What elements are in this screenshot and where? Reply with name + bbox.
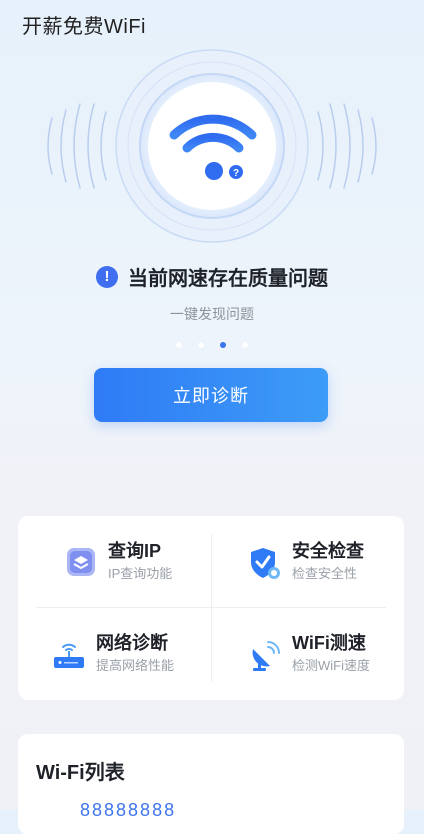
carousel-dot[interactable] [176,342,182,348]
wifi-status-graphic: ? [0,0,424,270]
svg-text:?: ? [233,168,239,179]
tool-description: 提高网络性能 [96,658,175,673]
tool-name: WiFi测速 [292,633,366,653]
tool-network-diagnosis[interactable]: 网络诊断 提高网络性能 [52,632,174,675]
carousel-dot[interactable] [242,342,248,348]
carousel-dot[interactable] [198,342,204,348]
tool-name: 网络诊断 [96,633,168,653]
tool-wifi-speedtest[interactable]: WiFi测速 检测WiFi速度 [248,632,370,675]
divider [211,534,212,682]
ip-query-icon [64,545,98,579]
carousel-dot-active[interactable] [220,342,226,348]
tool-name: 查询IP [108,541,162,561]
tool-description: 检测WiFi速度 [292,658,370,673]
wifi-list-title: Wi-Fi列表 [36,762,125,784]
tool-name: 安全检查 [292,541,364,561]
divider [36,607,386,608]
tools-card: 查询IP IP查询功能 安全检查 检查安全性 网络诊断 提高网络性能 WiFi测… [18,516,404,700]
status-subtitle: 一键发现问题 [170,306,254,322]
carousel-indicator [0,342,424,348]
wifi-list-item[interactable]: 88888888 [80,800,176,821]
tool-description: IP查询功能 [108,566,173,581]
tool-security-check[interactable]: 安全检查 检查安全性 [248,540,364,583]
diagnose-button[interactable]: 立即诊断 [94,368,328,422]
tool-ip-query[interactable]: 查询IP IP查询功能 [64,540,172,583]
wifi-list-card: Wi-Fi列表 88888888 [18,734,404,834]
status-alert: ! 当前网速存在质量问题 [0,262,424,291]
status-alert-text: 当前网速存在质量问题 [128,268,328,290]
exclamation-circle-icon: ! [96,265,118,288]
signal-wave-left-icon [47,103,107,189]
router-icon [52,637,86,671]
satellite-dish-icon [248,637,282,671]
shield-check-icon [248,545,282,579]
tool-description: 检查安全性 [292,566,358,581]
signal-wave-right-icon [317,103,377,189]
